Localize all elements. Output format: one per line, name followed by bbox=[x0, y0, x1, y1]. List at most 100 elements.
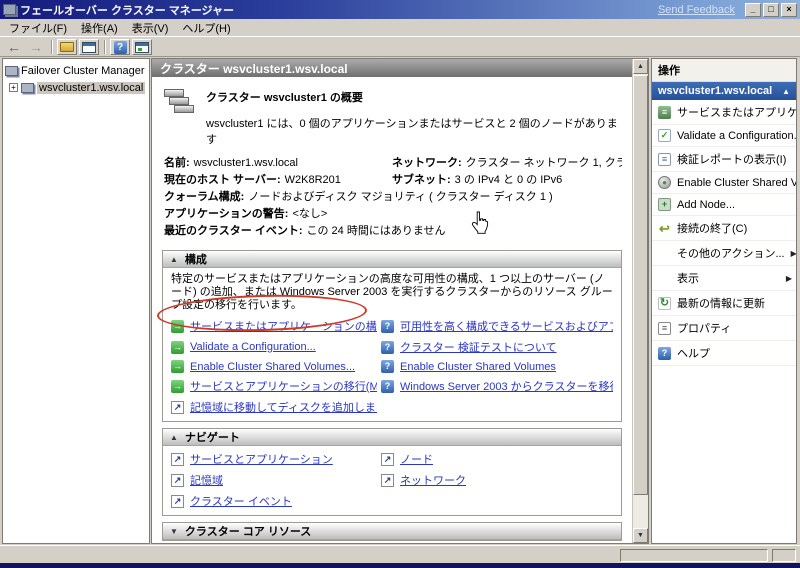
help-high-availability-services[interactable]: ? 可用性を高く構成できるサービスおよびアプリケーション bbox=[381, 318, 613, 334]
info-subnet-value: 3 の IPv4 と 0 の IPv6 bbox=[455, 172, 563, 189]
navigate-icon: ↗ bbox=[381, 453, 394, 466]
link-label: サービスまたはアプリケーションの構成(S)... bbox=[190, 318, 377, 334]
help-migrate-from-ws2003[interactable]: ? Windows Server 2003 からクラスターを移行する bbox=[381, 378, 613, 394]
help-icon: ? bbox=[658, 347, 671, 360]
help-cluster-validation-tests[interactable]: ? クラスター 検証テストについて bbox=[381, 339, 613, 355]
window-dot-icon bbox=[138, 48, 142, 51]
help-toolbar-button[interactable]: ? bbox=[110, 39, 130, 55]
help-icon: ? bbox=[114, 41, 127, 54]
action-add-node[interactable]: + Add Node... bbox=[652, 194, 796, 216]
close-button[interactable]: × bbox=[781, 3, 797, 17]
nav-nodes[interactable]: ↗ ノード bbox=[381, 451, 613, 467]
info-events-value: この 24 時間にはありません bbox=[307, 223, 446, 240]
actions-pane-title: 操作 bbox=[652, 59, 796, 82]
action-view-validation-report[interactable]: ≡ 検証レポートの表示(I) bbox=[652, 147, 796, 172]
section-navigate-title: ナビゲート bbox=[185, 429, 240, 445]
info-network-label: ネットワーク: bbox=[392, 155, 462, 172]
scroll-down-button[interactable]: ▼ bbox=[633, 528, 648, 543]
tree-node-label: wsvcluster1.wsv.local bbox=[37, 82, 145, 94]
link-label: Windows Server 2003 からクラスターを移行する bbox=[400, 378, 613, 394]
navigate-icon: ↗ bbox=[171, 401, 184, 414]
info-warn-label: アプリケーションの警告: bbox=[164, 206, 288, 223]
action-view[interactable]: 表示 ▶ bbox=[652, 266, 796, 291]
configure-links: → サービスまたはアプリケーションの構成(S)... ? 可用性を高く構成できる… bbox=[171, 318, 613, 415]
help-icon: ? bbox=[381, 320, 394, 333]
section-configure-title: 構成 bbox=[185, 251, 207, 267]
scrollbar-thumb[interactable] bbox=[633, 75, 648, 495]
menu-view[interactable]: 表示(V) bbox=[125, 18, 176, 38]
section-core-resources-title: クラスター コア リソース bbox=[185, 523, 311, 539]
green-arrow-icon: → bbox=[171, 380, 184, 393]
menu-action[interactable]: 操作(A) bbox=[74, 18, 125, 38]
green-arrow-icon: → bbox=[171, 341, 184, 354]
action-refresh[interactable]: ↻ 最新の情報に更新 bbox=[652, 291, 796, 316]
menu-help[interactable]: ヘルプ(H) bbox=[175, 18, 237, 38]
action-properties[interactable]: ≡ プロパティ bbox=[652, 316, 796, 341]
services-app-icon: ≡ bbox=[658, 106, 671, 119]
menu-file[interactable]: ファイル(F) bbox=[2, 18, 74, 38]
expand-icon[interactable]: + bbox=[9, 83, 18, 92]
report-document-icon: ≡ bbox=[658, 153, 671, 166]
info-app-warnings: アプリケーションの警告: <なし> bbox=[164, 206, 327, 223]
link-configure-service[interactable]: → サービスまたはアプリケーションの構成(S)... bbox=[171, 318, 377, 334]
link-enable-cluster-shared-volumes[interactable]: → Enable Cluster Shared Volumes... bbox=[171, 360, 377, 373]
grid-filler bbox=[381, 399, 613, 415]
link-validate-configuration[interactable]: → Validate a Configuration... bbox=[171, 339, 377, 355]
maximize-button[interactable]: □ bbox=[763, 3, 779, 17]
action-more-actions[interactable]: その他のアクション... ▶ bbox=[652, 241, 796, 266]
link-label: 記憶域 bbox=[190, 472, 223, 488]
help-enable-cluster-shared-volumes[interactable]: ? Enable Cluster Shared Volumes bbox=[381, 360, 613, 373]
info-quorum-label: クォーラム構成: bbox=[164, 189, 244, 206]
nav-networks[interactable]: ↗ ネットワーク bbox=[381, 472, 613, 488]
action-configure-service[interactable]: ≡ サービスまたはアプリケーショ... bbox=[652, 100, 796, 125]
action-validate-configuration[interactable]: ✓ Validate a Configuration... bbox=[652, 125, 796, 147]
summary-pane: クラスター wsvcluster1.wsv.local クラスター wsvclu… bbox=[151, 58, 649, 544]
tree-root-label: Failover Cluster Manager bbox=[21, 65, 145, 77]
up-one-level-button[interactable] bbox=[57, 39, 77, 55]
action-enable-cluster-shared-volumes[interactable]: ● Enable Cluster Shared V... bbox=[652, 172, 796, 194]
section-configure-header[interactable]: ▲ 構成 bbox=[163, 251, 621, 268]
forward-button[interactable]: → bbox=[26, 39, 46, 55]
link-label: ノード bbox=[400, 451, 433, 467]
show-action-pane-button[interactable] bbox=[132, 39, 152, 55]
link-label: クラスター イベント bbox=[190, 493, 292, 509]
info-quorum-value: ノードおよびディスク マジョリティ ( クラスター ディスク 1 ) bbox=[248, 189, 552, 206]
properties-icon: ≡ bbox=[658, 322, 671, 335]
link-goto-storage-add-disk[interactable]: ↗ 記憶域に移動してディスクを追加します bbox=[171, 399, 377, 415]
nav-cluster-events[interactable]: ↗ クラスター イベント bbox=[171, 493, 377, 509]
show-console-tree-button[interactable] bbox=[79, 39, 99, 55]
action-close-connection[interactable]: ↩ 接続の終了(C) bbox=[652, 216, 796, 241]
window-frame-bottom bbox=[0, 563, 800, 568]
info-subnet-label: サブネット: bbox=[392, 172, 451, 189]
console-tree-pane: Failover Cluster Manager + wsvcluster1.w… bbox=[2, 58, 150, 544]
action-label: 最新の情報に更新 bbox=[677, 295, 765, 311]
submenu-arrow-icon: ▶ bbox=[791, 249, 796, 258]
link-label: クラスター 検証テストについて bbox=[400, 339, 557, 355]
submenu-arrow-icon: ▶ bbox=[786, 274, 792, 283]
nav-storage[interactable]: ↗ 記憶域 bbox=[171, 472, 377, 488]
tree-node-wsvcluster1[interactable]: + wsvcluster1.wsv.local bbox=[5, 79, 147, 96]
scroll-up-button[interactable]: ▲ bbox=[633, 59, 648, 74]
section-navigate-body: ↗ サービスとアプリケーション ↗ ノード ↗ 記憶域 ↗ ネットワーク bbox=[163, 446, 621, 515]
nav-services-applications[interactable]: ↗ サービスとアプリケーション bbox=[171, 451, 377, 467]
summary-pane-title: クラスター wsvcluster1.wsv.local bbox=[152, 59, 632, 77]
actions-group-wsvcluster1[interactable]: wsvcluster1.wsv.local ▲ bbox=[652, 82, 796, 100]
vertical-scrollbar[interactable]: ▲ ▼ bbox=[632, 59, 648, 543]
section-navigate-header[interactable]: ▲ ナビゲート bbox=[163, 429, 621, 446]
link-migrate-services[interactable]: → サービスとアプリケーションの移行(M)... bbox=[171, 378, 377, 394]
navigate-links: ↗ サービスとアプリケーション ↗ ノード ↗ 記憶域 ↗ ネットワーク bbox=[171, 451, 613, 509]
navigate-icon: ↗ bbox=[171, 474, 184, 487]
send-feedback-link[interactable]: Send Feedback bbox=[658, 4, 735, 16]
section-core-resources-header[interactable]: ▼ クラスター コア リソース bbox=[163, 523, 621, 540]
refresh-icon: ↻ bbox=[658, 297, 671, 310]
tree-root-failover-cluster-manager[interactable]: Failover Cluster Manager bbox=[5, 62, 147, 79]
back-button[interactable]: ← bbox=[4, 39, 24, 55]
overview-title: クラスター wsvcluster1 の概要 bbox=[206, 89, 622, 105]
minimize-button[interactable]: _ bbox=[745, 3, 761, 17]
overview-subtitle: wsvcluster1 には、0 個のアプリケーションまたはサービスと 2 個の… bbox=[206, 115, 622, 147]
action-label: Add Node... bbox=[677, 199, 735, 211]
section-configure-body: 特定のサービスまたはアプリケーションの高度な可用性の構成、1 つ以上のサーバー … bbox=[163, 268, 621, 421]
app-icon bbox=[3, 4, 16, 15]
action-help[interactable]: ? ヘルプ bbox=[652, 341, 796, 366]
info-quorum: クォーラム構成: ノードおよびディスク マジョリティ ( クラスター ディスク … bbox=[164, 189, 553, 206]
